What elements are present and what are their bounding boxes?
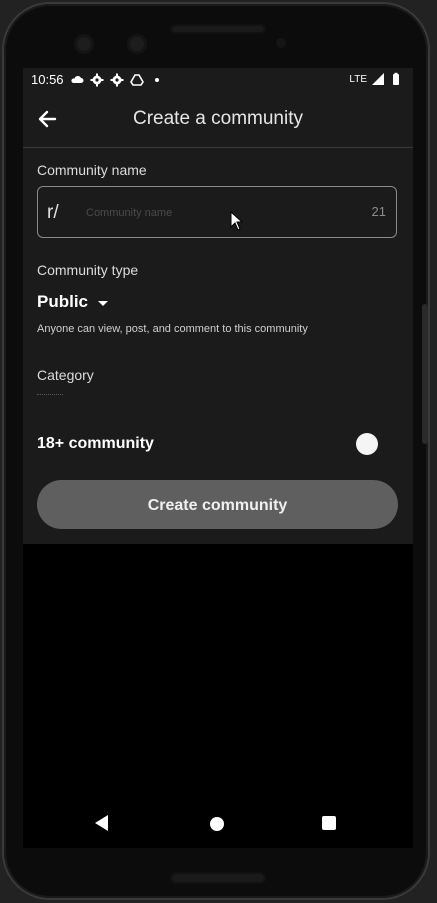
- community-type-description: Anyone can view, post, and comment to th…: [37, 323, 308, 335]
- status-left: 10:56: [31, 72, 164, 87]
- signal-icon: [372, 73, 384, 85]
- settings-icon: [110, 73, 124, 86]
- community-type-value: Public: [37, 292, 89, 311]
- drive-icon: [129, 73, 144, 86]
- network-type: LTE: [349, 73, 367, 85]
- community-type-dropdown[interactable]: Public: [37, 292, 109, 312]
- nsfw-label: 18+ community: [37, 435, 154, 452]
- front-camera-icon: [74, 34, 94, 54]
- bottom-speaker: [170, 872, 266, 884]
- phone-body: 10:56 LTE Create a community Community n…: [4, 4, 428, 898]
- proximity-sensor: [276, 38, 286, 48]
- community-name-input[interactable]: [84, 201, 358, 225]
- community-name-field[interactable]: r/ 21: [37, 186, 397, 238]
- community-name-label: Community name: [37, 162, 147, 178]
- category-selector[interactable]: [37, 392, 63, 395]
- status-bar: 10:56 LTE: [23, 68, 413, 92]
- status-right: LTE: [349, 72, 403, 86]
- character-counter: 21: [371, 204, 386, 219]
- create-community-form: Community name r/ 21 Community type Publ…: [23, 148, 413, 544]
- nsfw-toggle[interactable]: [356, 433, 378, 455]
- dot-icon: [154, 77, 159, 82]
- nav-home-icon[interactable]: [210, 817, 224, 831]
- earpiece-speaker: [170, 24, 266, 34]
- nav-back-icon[interactable]: [95, 815, 108, 831]
- create-community-button[interactable]: Create community: [37, 480, 398, 529]
- chevron-down-icon: [98, 300, 109, 306]
- community-type-label: Community type: [37, 262, 139, 278]
- subreddit-prefix: r/: [47, 202, 59, 223]
- category-label: Category: [37, 367, 94, 383]
- nsfw-row: 18+ community: [37, 433, 378, 457]
- front-sensor-icon: [127, 34, 147, 54]
- screen: 10:56 LTE Create a community Community n…: [23, 68, 413, 848]
- page-title: Create a community: [132, 108, 303, 129]
- battery-icon: [393, 72, 399, 85]
- app-bar: Create a community: [23, 92, 413, 148]
- status-time: 10:56: [31, 72, 64, 87]
- mouse-pointer-icon: [230, 211, 244, 231]
- cloud-icon: [70, 75, 84, 83]
- nav-recents-icon[interactable]: [322, 816, 336, 830]
- device-frame: 10:56 LTE Create a community Community n…: [0, 0, 437, 903]
- system-nav-bar: [23, 798, 413, 848]
- side-button: [422, 304, 428, 444]
- settings-icon: [90, 73, 104, 86]
